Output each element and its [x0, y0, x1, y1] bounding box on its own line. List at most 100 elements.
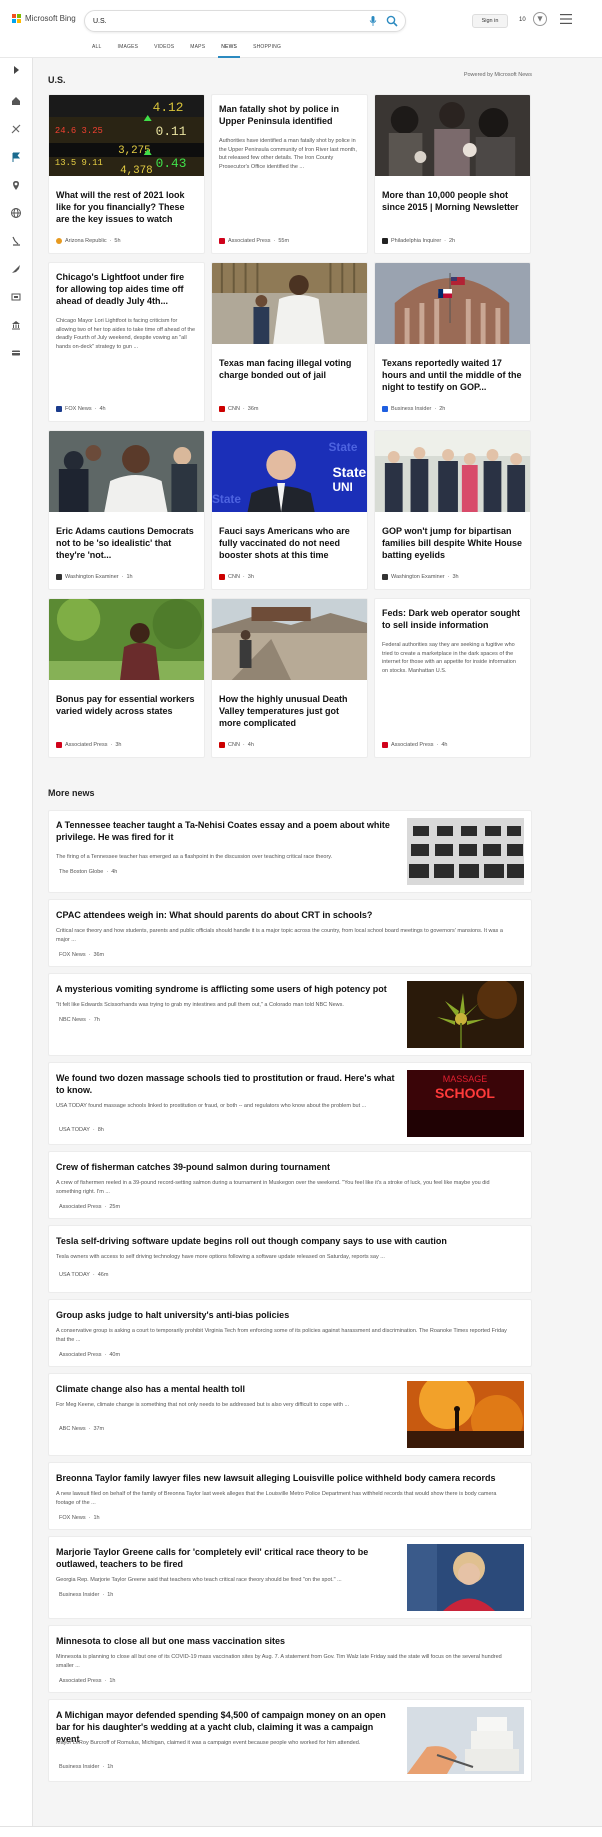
item-title[interactable]: A Tennessee teacher taught a Ta-Nehisi C… — [56, 819, 396, 843]
list-item[interactable]: Minnesota to close all but one mass vacc… — [48, 1625, 532, 1693]
list-item[interactable]: Crew of fisherman catches 39-pound salmo… — [48, 1151, 532, 1219]
item-description: A conservative group is asking a court t… — [56, 1328, 507, 1343]
news-card[interactable]: More than 10,000 people shot since 2015 … — [374, 94, 531, 254]
item-title[interactable]: Tesla self-driving software update begin… — [56, 1235, 516, 1247]
powered-by[interactable]: Powered by Microsoft News — [464, 72, 532, 78]
tab-all[interactable]: ALL — [84, 40, 110, 58]
card-title[interactable]: Man fatally shot by police in Upper Peni… — [212, 95, 367, 127]
item-title[interactable]: Climate change also has a mental health … — [56, 1383, 396, 1395]
classroom-chairs-thumbnail — [407, 818, 524, 885]
list-item[interactable]: Tesla self-driving software update begin… — [48, 1225, 532, 1293]
item-source: ABC News · 37m — [56, 1426, 104, 1432]
card-source: CNN · 4h — [219, 742, 254, 748]
source-time: 36m — [93, 952, 105, 958]
news-card[interactable]: Feds: Dark web operator sought to sell i… — [374, 598, 531, 758]
source-name: Washington Examiner — [65, 574, 119, 580]
card-title[interactable]: Eric Adams cautions Democrats not to be … — [49, 517, 204, 561]
technology-icon[interactable] — [10, 263, 22, 275]
news-card[interactable]: State State UNI State Fauci says America… — [211, 430, 368, 590]
card-title[interactable]: Feds: Dark web operator sought to sell i… — [375, 599, 530, 631]
card-title[interactable]: GOP won't jump for bipartisan families b… — [375, 517, 530, 561]
news-card[interactable]: GOP won't jump for bipartisan families b… — [374, 430, 531, 590]
item-title[interactable]: Group asks judge to halt university's an… — [56, 1309, 516, 1321]
card-title[interactable]: Texans reportedly waited 17 hours and un… — [375, 349, 530, 393]
tab-images[interactable]: IMAGES — [110, 40, 147, 58]
news-card[interactable]: How the highly unusual Death Valley temp… — [211, 598, 368, 758]
card-title[interactable]: Bonus pay for essential workers varied w… — [49, 685, 204, 717]
card-description: Authorities have identified a man fatall… — [219, 138, 357, 170]
news-card[interactable]: Chicago's Lightfoot under fire for allow… — [48, 262, 205, 422]
list-item[interactable]: Breonna Taylor family lawyer files new l… — [48, 1462, 532, 1530]
home-icon[interactable] — [10, 95, 22, 107]
source-time: 4h — [247, 742, 254, 748]
card-title[interactable]: Chicago's Lightfoot under fire for allow… — [49, 263, 204, 307]
source-time: 25m — [109, 1204, 121, 1210]
card-title[interactable]: How the highly unusual Death Valley temp… — [212, 685, 367, 729]
world-icon[interactable] — [10, 207, 22, 219]
svg-text:4,378: 4,378 — [120, 165, 153, 176]
news-card[interactable]: Man fatally shot by police in Upper Peni… — [211, 94, 368, 254]
rewards-icon[interactable] — [533, 12, 547, 26]
tab-news[interactable]: NEWS — [213, 40, 245, 58]
item-source: FOX News · 36m — [56, 952, 104, 958]
source-name: CNN — [228, 742, 240, 748]
search-input[interactable] — [85, 11, 355, 31]
tab-videos[interactable]: VIDEOS — [146, 40, 182, 58]
item-source: Associated Press · 25m — [56, 1204, 120, 1210]
card-title[interactable]: More than 10,000 people shot since 2015 … — [375, 181, 530, 213]
list-item[interactable]: Group asks judge to halt university's an… — [48, 1299, 532, 1367]
card-title[interactable]: Texas man facing illegal voting charge b… — [212, 349, 367, 381]
item-title[interactable]: CPAC attendees weigh in: What should par… — [56, 909, 516, 921]
politics-icon[interactable] — [10, 319, 22, 331]
item-source: Business Insider · 1h — [56, 1592, 113, 1598]
tab-shopping[interactable]: SHOPPING — [245, 40, 289, 58]
source-name: FOX News — [65, 406, 92, 412]
item-title[interactable]: We found two dozen massage schools tied … — [56, 1072, 396, 1096]
source-name: Associated Press — [391, 742, 434, 748]
news-card[interactable]: Bonus pay for essential workers varied w… — [48, 598, 205, 758]
item-title[interactable]: Crew of fisherman catches 39-pound salmo… — [56, 1161, 516, 1173]
card-title[interactable]: Fauci says Americans who are fully vacci… — [212, 517, 367, 561]
item-title[interactable]: A mysterious vomiting syndrome is afflic… — [56, 983, 396, 995]
money-icon[interactable] — [10, 347, 22, 359]
card-title[interactable]: What will the rest of 2021 look like for… — [49, 181, 204, 225]
bing-logo[interactable]: Microsoft Bing — [12, 14, 76, 23]
list-item[interactable]: A Tennessee teacher taught a Ta-Nehisi C… — [48, 810, 532, 893]
source-time: 1h — [109, 1678, 116, 1684]
svg-text:24.6 3.25: 24.6 3.25 — [55, 126, 103, 136]
tab-maps[interactable]: MAPS — [182, 40, 213, 58]
list-item[interactable]: CPAC attendees weigh in: What should par… — [48, 899, 532, 967]
news-card[interactable]: Texas man facing illegal voting charge b… — [211, 262, 368, 422]
search-icon[interactable] — [386, 15, 398, 27]
card-source: FOX News · 4h — [56, 406, 106, 412]
item-title[interactable]: Minnesota to close all but one mass vacc… — [56, 1635, 516, 1647]
list-item[interactable]: A Michigan mayor defended spending $4,50… — [48, 1699, 532, 1782]
list-item[interactable]: Climate change also has a mental health … — [48, 1373, 532, 1456]
expand-icon[interactable] — [10, 64, 22, 76]
item-title[interactable]: Marjorie Taylor Greene calls for 'comple… — [56, 1546, 396, 1570]
separator: · — [242, 406, 245, 412]
source-time: 40m — [109, 1352, 121, 1358]
news-card[interactable]: Eric Adams cautions Democrats not to be … — [48, 430, 205, 590]
section-title: U.S. — [48, 75, 66, 85]
list-item[interactable]: We found two dozen massage schools tied … — [48, 1062, 532, 1145]
entertainment-icon[interactable] — [10, 291, 22, 303]
svg-text:0.11: 0.11 — [156, 124, 187, 139]
item-title[interactable]: Breonna Taylor family lawyer files new l… — [56, 1472, 516, 1484]
list-item[interactable]: A mysterious vomiting syndrome is afflic… — [48, 973, 532, 1056]
science-icon[interactable] — [10, 235, 22, 247]
news-card[interactable]: Texans reportedly waited 17 hours and un… — [374, 262, 531, 422]
sign-in-button[interactable]: Sign in — [472, 14, 508, 28]
school-text: SCHOOL — [435, 1085, 495, 1101]
list-item[interactable]: Marjorie Taylor Greene calls for 'comple… — [48, 1536, 532, 1619]
source-time: 1h — [107, 1764, 114, 1770]
local-icon[interactable] — [10, 179, 22, 191]
separator: · — [88, 1515, 91, 1521]
source-time: 46m — [97, 1272, 109, 1278]
separator: · — [104, 1352, 107, 1358]
hamburger-menu-icon[interactable] — [560, 14, 572, 24]
discover-icon[interactable] — [10, 123, 22, 135]
us-news-icon[interactable] — [10, 151, 22, 163]
microphone-icon[interactable] — [369, 16, 377, 26]
news-card[interactable]: 4.12 0.11 0.43 3,275 4,378 24.6 3.25 13.… — [48, 94, 205, 254]
